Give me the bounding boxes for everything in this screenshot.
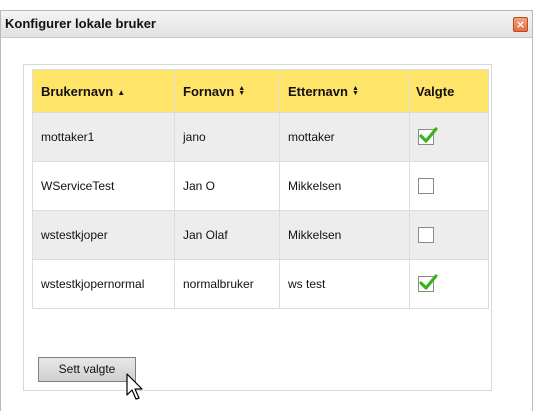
cell-fornavn: Jan O — [174, 161, 280, 211]
cell-valgte — [409, 161, 489, 211]
cell-valgte — [409, 112, 489, 162]
select-checkbox[interactable] — [418, 178, 434, 194]
dialog-title: Konfigurer lokale bruker — [5, 16, 156, 31]
table-row: wstestkjoper Jan Olaf Mikkelsen — [32, 210, 489, 260]
cell-brukernavn: WServiceTest — [32, 161, 175, 211]
column-header-label: Fornavn — [183, 83, 235, 99]
select-checkbox[interactable] — [418, 274, 438, 292]
cell-fornavn: Jan Olaf — [174, 210, 280, 260]
cell-etternavn: ws test — [279, 259, 410, 309]
cell-brukernavn: mottaker1 — [32, 112, 175, 162]
cell-brukernavn: wstestkjoper — [32, 210, 175, 260]
column-header-valgte: Valgte — [409, 69, 489, 113]
table-row: mottaker1 jano mottaker — [32, 112, 489, 162]
cell-fornavn: jano — [174, 112, 280, 162]
sort-ascending-icon: ▲ — [117, 87, 126, 97]
user-table: Brukernavn ▲ Fornavn ▲ ▼ Etternavn ▲ ▼ Valgte… — [32, 69, 489, 309]
cell-brukernavn: wstestkjopernormal — [32, 259, 175, 309]
cell-etternavn: mottaker — [279, 112, 410, 162]
cell-etternavn: Mikkelsen — [279, 161, 410, 211]
set-selected-button[interactable]: Sett valgte — [38, 357, 136, 382]
column-header-label: Etternavn — [288, 83, 348, 99]
dialog-titlebar: Konfigurer lokale bruker × — [1, 11, 532, 38]
checkmark-icon — [419, 127, 438, 143]
sort-icon: ▲ ▼ — [238, 84, 246, 97]
cell-fornavn: normalbruker — [174, 259, 280, 309]
sort-icon: ▲ ▼ — [351, 84, 359, 97]
column-header-etternavn[interactable]: Etternavn ▲ ▼ — [279, 69, 410, 113]
configure-local-user-dialog: Konfigurer lokale bruker × Brukernavn ▲ F… — [0, 10, 533, 411]
select-checkbox[interactable] — [418, 227, 434, 243]
checkmark-icon — [419, 274, 438, 290]
column-header-label: Valgte — [416, 83, 455, 99]
cell-etternavn: Mikkelsen — [279, 210, 410, 260]
table-header-row: Brukernavn ▲ Fornavn ▲ ▼ Etternavn ▲ ▼ Valgte — [32, 69, 489, 113]
close-icon[interactable]: × — [513, 17, 528, 32]
column-header-brukernavn[interactable]: Brukernavn ▲ — [32, 69, 175, 113]
table-row: WServiceTest Jan O Mikkelsen — [32, 161, 489, 211]
select-checkbox[interactable] — [418, 127, 438, 145]
mouse-pointer-icon — [126, 373, 143, 400]
column-header-label: Brukernavn — [41, 83, 114, 99]
cell-valgte — [409, 210, 489, 260]
cell-valgte — [409, 259, 489, 309]
column-header-fornavn[interactable]: Fornavn ▲ ▼ — [174, 69, 280, 113]
user-table-panel: Brukernavn ▲ Fornavn ▲ ▼ Etternavn ▲ ▼ Valgte… — [23, 64, 492, 391]
table-row: wstestkjopernormal normalbruker ws test — [32, 259, 489, 309]
